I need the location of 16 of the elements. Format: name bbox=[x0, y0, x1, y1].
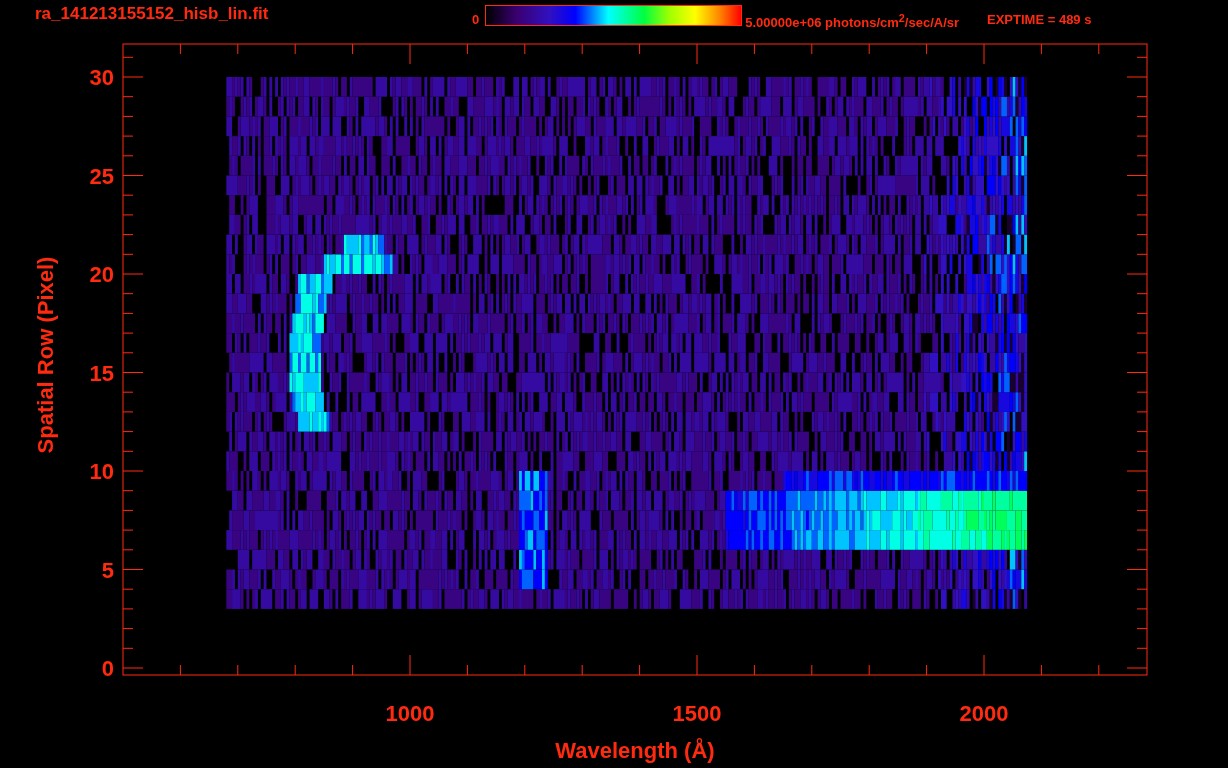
colorbar-max-label: 5.00000e+06 photons/cm$^{2}$/sec/A/sr bbox=[745, 12, 960, 31]
colorbar-min-label: 0 bbox=[472, 12, 480, 27]
y-tick-label: 0 bbox=[101, 656, 114, 681]
y-tick-label: 15 bbox=[89, 360, 114, 386]
y-tick-label: 25 bbox=[89, 163, 114, 189]
y-tick-label: 5 bbox=[101, 557, 114, 583]
file-title: ra_141213155152_hisb_lin.fit bbox=[35, 4, 270, 24]
y-axis-title: Spatial Row (Pixel) bbox=[33, 256, 58, 454]
y-tick-label: 30 bbox=[89, 65, 114, 90]
x-axis-title: Wavelength (Å) bbox=[555, 738, 715, 763]
y-tick-label: 20 bbox=[89, 262, 114, 287]
x-tick-label: 1000 bbox=[385, 701, 435, 726]
x-tick-label: 2000 bbox=[959, 701, 1009, 726]
y-tick-label: 10 bbox=[89, 459, 114, 484]
x-tick-label: 1500 bbox=[672, 701, 722, 726]
exposure-time: EXPTIME = 489 s bbox=[987, 12, 1092, 27]
